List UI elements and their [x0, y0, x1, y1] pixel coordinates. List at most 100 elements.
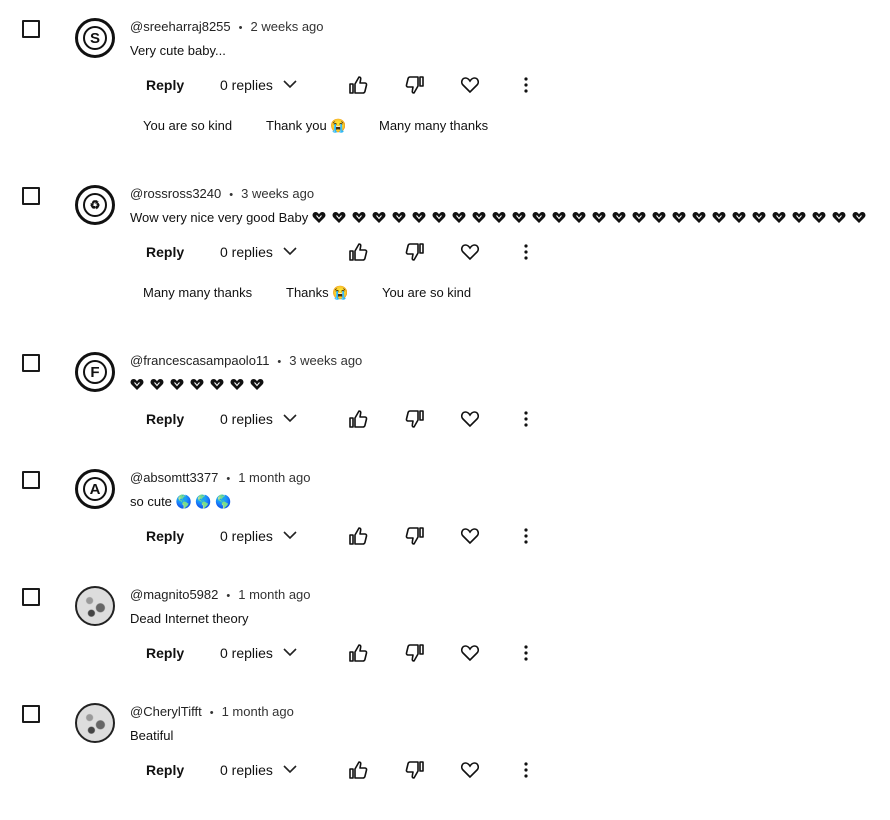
separator-dot: •: [209, 707, 214, 719]
heart-emoji-icon: [392, 211, 406, 224]
suggested-reply-chip[interactable]: Many many thanks: [143, 285, 252, 300]
comment-meta: @francescasampaolo11 • 3 weeks ago: [130, 353, 362, 368]
thumbs-up-icon[interactable]: [348, 75, 368, 95]
select-checkbox[interactable]: [22, 471, 40, 489]
author-handle[interactable]: @absomtt3377: [130, 470, 218, 485]
thumbs-down-icon[interactable]: [405, 75, 425, 95]
thumbs-up-icon[interactable]: [348, 643, 368, 663]
select-checkbox[interactable]: [22, 20, 40, 38]
heart-emoji-icon: [532, 211, 546, 224]
avatar-letter: F: [83, 360, 107, 384]
reply-button[interactable]: Reply: [146, 244, 184, 260]
chevron-down-icon: [283, 80, 297, 89]
reply-button[interactable]: Reply: [146, 528, 184, 544]
suggested-reply-chip[interactable]: Thank you 😭: [266, 118, 347, 134]
replies-dropdown[interactable]: 0 replies: [220, 77, 297, 93]
chevron-down-icon: [283, 531, 297, 540]
avatar[interactable]: S: [75, 18, 115, 58]
replies-dropdown[interactable]: 0 replies: [220, 411, 297, 427]
avatar[interactable]: A: [75, 469, 115, 509]
avatar[interactable]: F: [75, 352, 115, 392]
select-checkbox[interactable]: [22, 187, 40, 205]
heart-icon[interactable]: [460, 526, 480, 546]
suggested-reply-chip[interactable]: Many many thanks: [379, 118, 488, 133]
thumbs-up-icon[interactable]: [348, 242, 368, 262]
comment-actions: Reply 0 replies: [0, 757, 560, 787]
thumbs-down-icon[interactable]: [405, 409, 425, 429]
heart-icon[interactable]: [460, 409, 480, 429]
replies-dropdown[interactable]: 0 replies: [220, 762, 297, 778]
heart-emoji-icon: [130, 378, 144, 391]
author-handle[interactable]: @francescasampaolo11: [130, 353, 269, 368]
reply-button[interactable]: Reply: [146, 645, 184, 661]
heart-emoji-icon: [230, 378, 244, 391]
thumbs-up-icon[interactable]: [348, 526, 368, 546]
select-checkbox[interactable]: [22, 354, 40, 372]
heart-emoji-icon: [632, 211, 646, 224]
reply-button[interactable]: Reply: [146, 77, 184, 93]
reply-button[interactable]: Reply: [146, 411, 184, 427]
comment-text: Beatiful: [130, 728, 174, 743]
chevron-down-icon: [283, 648, 297, 657]
replies-dropdown[interactable]: 0 replies: [220, 645, 297, 661]
suggested-reply-chip[interactable]: You are so kind: [143, 118, 232, 133]
replies-dropdown[interactable]: 0 replies: [220, 528, 297, 544]
heart-emoji-icon: [210, 378, 224, 391]
heart-emoji-icon: [432, 211, 446, 224]
separator-dot: •: [226, 590, 231, 602]
avatar[interactable]: [75, 586, 115, 626]
comment-text: [130, 377, 270, 392]
select-checkbox[interactable]: [22, 588, 40, 606]
thumbs-down-icon[interactable]: [405, 526, 425, 546]
replies-count: 0 replies: [220, 77, 273, 93]
timestamp: 3 weeks ago: [241, 186, 315, 201]
reply-button[interactable]: Reply: [146, 762, 184, 778]
chevron-down-icon: [283, 765, 297, 774]
suggested-reply-chip[interactable]: Thanks 😭: [286, 285, 348, 301]
thumbs-up-icon[interactable]: [348, 760, 368, 780]
heart-emoji-icon: [150, 378, 164, 391]
replies-count: 0 replies: [220, 244, 273, 260]
separator-dot: •: [277, 356, 282, 368]
author-handle[interactable]: @sreeharraj8255: [130, 19, 231, 34]
heart-emoji-icon: [472, 211, 486, 224]
heart-emoji-icon: [852, 211, 866, 224]
avatar[interactable]: [75, 703, 115, 743]
chevron-down-icon: [283, 414, 297, 423]
suggested-reply-chip[interactable]: You are so kind: [382, 285, 471, 300]
more-vert-icon[interactable]: [520, 75, 532, 95]
author-handle[interactable]: @rossross3240: [130, 186, 221, 201]
more-vert-icon[interactable]: [520, 643, 532, 663]
heart-icon[interactable]: [460, 643, 480, 663]
author-handle[interactable]: @CherylTifft: [130, 704, 202, 719]
more-vert-icon[interactable]: [520, 760, 532, 780]
comment-meta: @magnito5982 • 1 month ago: [130, 587, 311, 602]
heart-emoji-icon: [712, 211, 726, 224]
avatar[interactable]: ♻: [75, 185, 115, 225]
author-handle[interactable]: @magnito5982: [130, 587, 218, 602]
thumbs-down-icon[interactable]: [405, 242, 425, 262]
heart-emoji-icon: [832, 211, 846, 224]
comment-text: Wow very nice very good Baby: [130, 210, 872, 225]
heart-icon[interactable]: [460, 75, 480, 95]
thumbs-up-icon[interactable]: [348, 409, 368, 429]
heart-icon[interactable]: [460, 760, 480, 780]
more-vert-icon[interactable]: [520, 526, 532, 546]
heart-emoji-icon: [372, 211, 386, 224]
heart-emoji-icon: [592, 211, 606, 224]
more-vert-icon[interactable]: [520, 242, 532, 262]
select-checkbox[interactable]: [22, 705, 40, 723]
heart-icon[interactable]: [460, 242, 480, 262]
suggested-replies: You are so kind Thank you 😭 Many many th…: [0, 118, 600, 142]
avatar-letter: A: [83, 477, 107, 501]
more-vert-icon[interactable]: [520, 409, 532, 429]
replies-dropdown[interactable]: 0 replies: [220, 244, 297, 260]
heart-emoji-icon: [672, 211, 686, 224]
thumbs-down-icon[interactable]: [405, 643, 425, 663]
thumbs-down-icon[interactable]: [405, 760, 425, 780]
separator-dot: •: [226, 473, 231, 485]
replies-count: 0 replies: [220, 762, 273, 778]
heart-emoji-icon: [250, 378, 264, 391]
replies-count: 0 replies: [220, 528, 273, 544]
comment-text: so cute 🌎 🌎 🌎: [130, 494, 232, 509]
